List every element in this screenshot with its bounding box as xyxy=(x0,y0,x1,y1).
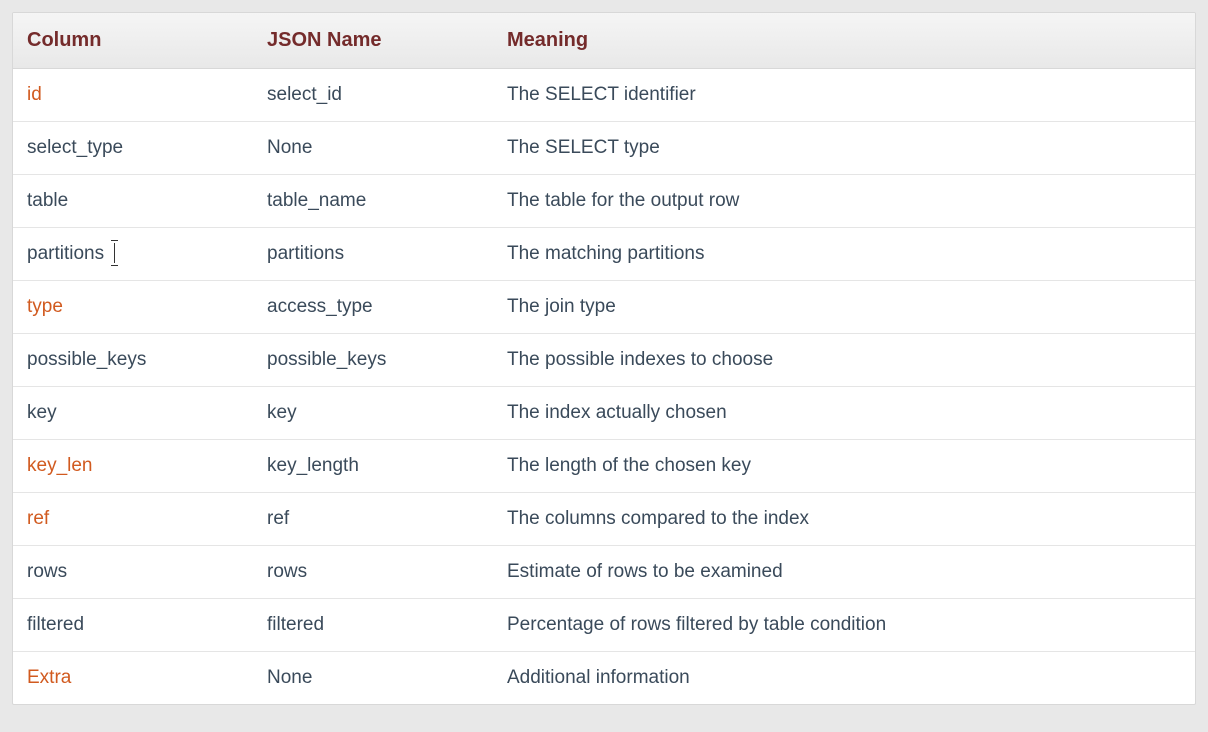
header-json-name: JSON Name xyxy=(253,13,493,69)
text-cursor-icon xyxy=(114,243,115,263)
table-row: refrefThe columns compared to the index xyxy=(13,493,1195,546)
cell-json-name: filtered xyxy=(253,599,493,652)
cell-column[interactable]: type xyxy=(13,281,253,334)
table-row: ExtraNoneAdditional information xyxy=(13,652,1195,705)
cell-meaning: The SELECT type xyxy=(493,122,1195,175)
table-row: select_typeNoneThe SELECT type xyxy=(13,122,1195,175)
explain-columns-table-container: Column JSON Name Meaning idselect_idThe … xyxy=(12,12,1196,705)
cell-column: key xyxy=(13,387,253,440)
cell-meaning: The matching partitions xyxy=(493,228,1195,281)
header-meaning: Meaning xyxy=(493,13,1195,69)
cell-json-name: table_name xyxy=(253,175,493,228)
cell-json-name: key_length xyxy=(253,440,493,493)
cell-json-name: rows xyxy=(253,546,493,599)
cell-meaning: The columns compared to the index xyxy=(493,493,1195,546)
cell-meaning: The table for the output row xyxy=(493,175,1195,228)
table-row: tabletable_nameThe table for the output … xyxy=(13,175,1195,228)
cell-column[interactable]: ref xyxy=(13,493,253,546)
table-row: rowsrowsEstimate of rows to be examined xyxy=(13,546,1195,599)
cell-column: select_type xyxy=(13,122,253,175)
table-row: typeaccess_typeThe join type xyxy=(13,281,1195,334)
table-row: key_lenkey_lengthThe length of the chose… xyxy=(13,440,1195,493)
cell-meaning: The SELECT identifier xyxy=(493,69,1195,122)
explain-columns-table: Column JSON Name Meaning idselect_idThe … xyxy=(13,13,1195,704)
table-header-row: Column JSON Name Meaning xyxy=(13,13,1195,69)
cell-column: possible_keys xyxy=(13,334,253,387)
cell-column: partitions xyxy=(13,228,253,281)
cell-json-name: partitions xyxy=(253,228,493,281)
header-column: Column xyxy=(13,13,253,69)
table-body: idselect_idThe SELECT identifierselect_t… xyxy=(13,69,1195,705)
cell-json-name: access_type xyxy=(253,281,493,334)
cell-column[interactable]: Extra xyxy=(13,652,253,705)
cell-column: filtered xyxy=(13,599,253,652)
cell-json-name: key xyxy=(253,387,493,440)
cell-meaning: The possible indexes to choose xyxy=(493,334,1195,387)
table-row: idselect_idThe SELECT identifier xyxy=(13,69,1195,122)
cell-json-name: possible_keys xyxy=(253,334,493,387)
cell-column: rows xyxy=(13,546,253,599)
cell-meaning: The join type xyxy=(493,281,1195,334)
table-row: partitionspartitionsThe matching partiti… xyxy=(13,228,1195,281)
cell-column[interactable]: id xyxy=(13,69,253,122)
cell-meaning: Percentage of rows filtered by table con… xyxy=(493,599,1195,652)
cell-json-name: None xyxy=(253,652,493,705)
table-row: keykeyThe index actually chosen xyxy=(13,387,1195,440)
table-row: possible_keyspossible_keysThe possible i… xyxy=(13,334,1195,387)
cell-meaning: Additional information xyxy=(493,652,1195,705)
cell-json-name: select_id xyxy=(253,69,493,122)
cell-json-name: ref xyxy=(253,493,493,546)
cell-meaning: The length of the chosen key xyxy=(493,440,1195,493)
table-row: filteredfilteredPercentage of rows filte… xyxy=(13,599,1195,652)
cell-column[interactable]: key_len xyxy=(13,440,253,493)
cell-meaning: The index actually chosen xyxy=(493,387,1195,440)
cell-column: table xyxy=(13,175,253,228)
cell-meaning: Estimate of rows to be examined xyxy=(493,546,1195,599)
cell-json-name: None xyxy=(253,122,493,175)
